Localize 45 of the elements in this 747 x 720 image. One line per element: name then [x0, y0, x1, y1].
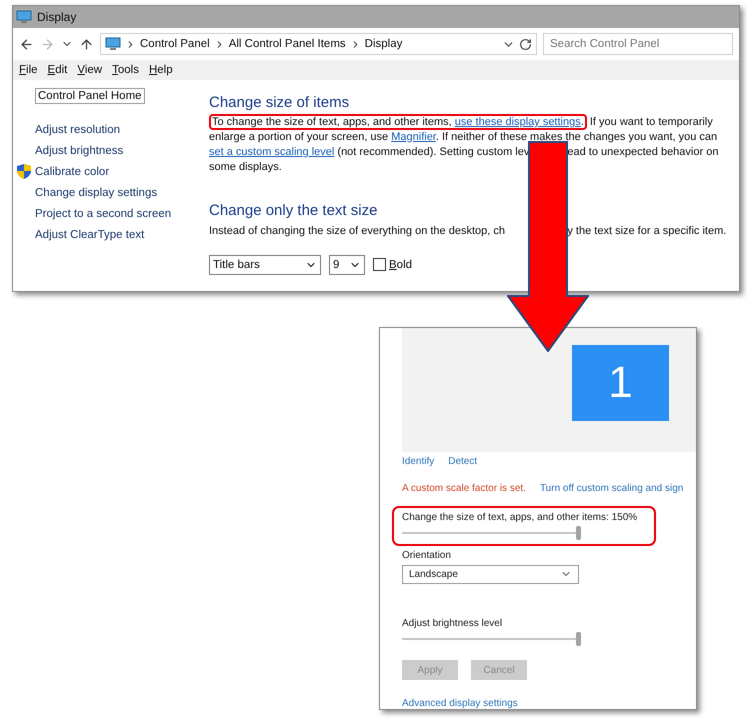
breadcrumb[interactable]: Control Panel — [140, 38, 210, 50]
menu-item[interactable]: Tools — [112, 64, 139, 76]
field-label: Orientation — [402, 550, 452, 561]
up-icon[interactable] — [79, 36, 94, 52]
text-link[interactable]: Identify — [402, 456, 434, 467]
shield-icon — [16, 163, 32, 180]
sidebar-link[interactable]: Adjust ClearType text — [35, 228, 144, 240]
sidebar-link[interactable]: Adjust brightness — [35, 144, 124, 156]
breadcrumb[interactable]: All Control Panel Items — [228, 38, 346, 50]
dropdown[interactable]: Landscape — [402, 564, 579, 584]
sidebar-link[interactable]: Calibrate color — [35, 166, 110, 178]
monitor-icon — [16, 10, 32, 24]
search-field[interactable]: Search Control Panel — [543, 33, 733, 55]
paragraph: Instead of changing the size of everything on the desktop, ch y the text size for a specific item. — [209, 224, 728, 238]
warning-text: A custom scale factor is set. — [402, 482, 526, 494]
text-link[interactable]: use these display settings — [454, 116, 581, 128]
checkbox[interactable] — [373, 258, 386, 271]
sidebar-link[interactable]: Change display settings — [35, 186, 158, 198]
menu-item[interactable]: Help — [148, 64, 173, 76]
text-link[interactable]: Advanced display settings — [402, 698, 696, 709]
text-link[interactable]: set a custom scaling level — [209, 146, 334, 158]
window-title: Display — [37, 10, 76, 24]
section-heading: Change only the text size — [209, 202, 378, 219]
text-link[interactable]: Detect — [448, 456, 478, 467]
slider-label: Change the size of text, apps, and other items: 150% — [402, 512, 638, 523]
slider-thumb[interactable] — [576, 526, 582, 540]
menu-item[interactable]: View — [77, 64, 102, 76]
sidebar-link[interactable]: Adjust resolution — [35, 124, 120, 136]
menu-item[interactable]: File — [19, 64, 38, 76]
slider-label: Adjust brightness level — [402, 618, 504, 629]
menu-item[interactable]: Edit — [48, 64, 68, 76]
dropdown[interactable]: 9 — [329, 254, 365, 274]
monitor-icon — [105, 37, 121, 51]
sidebar-link[interactable]: Control Panel Home — [35, 88, 145, 104]
sidebar-link[interactable]: Project to a second screen — [35, 208, 172, 220]
section-heading: Change size of items — [209, 94, 350, 111]
checkbox-label: Bold — [389, 258, 412, 270]
dropdown[interactable]: Title bars — [209, 254, 321, 274]
address-bar[interactable]: Control Panel All Control Panel Items Display — [100, 33, 537, 55]
refresh-icon[interactable] — [519, 38, 532, 50]
back-icon[interactable] — [19, 36, 34, 52]
text-link[interactable]: Turn off custom scaling and sign — [540, 482, 684, 494]
slider-thumb[interactable] — [576, 632, 582, 646]
breadcrumb[interactable]: Display — [364, 38, 402, 50]
text-link[interactable]: Magnifier — [391, 130, 436, 142]
